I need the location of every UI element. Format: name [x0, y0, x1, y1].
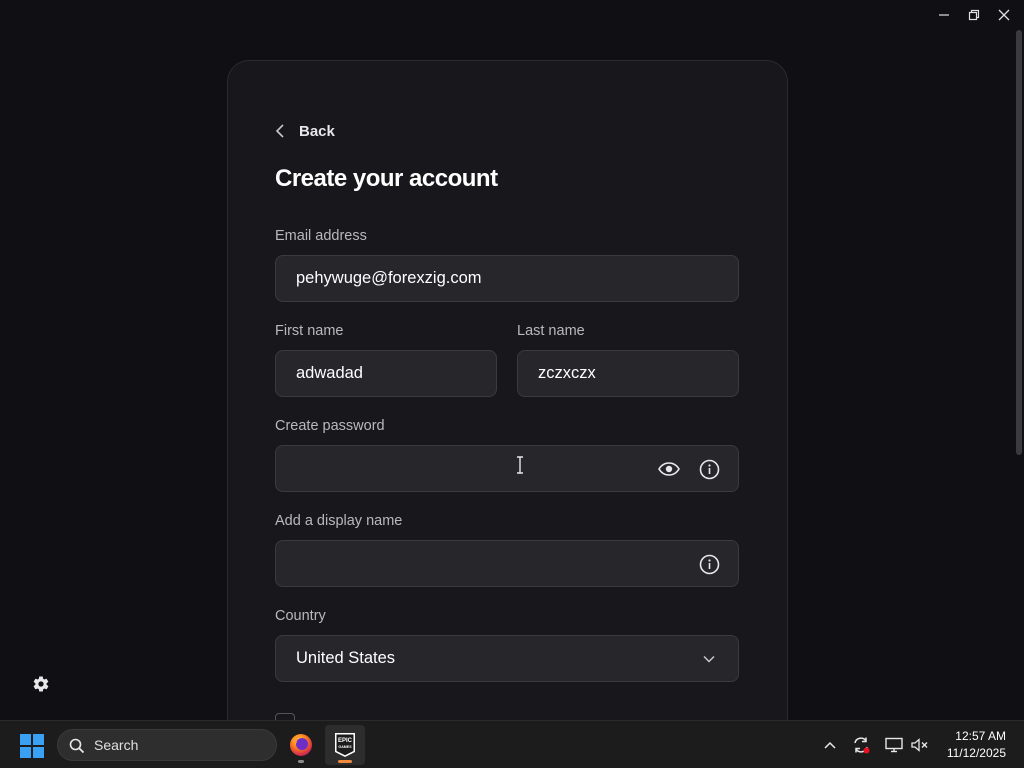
restore-button[interactable] [961, 4, 987, 26]
password-info-icon[interactable] [698, 458, 720, 480]
display-name-field[interactable] [275, 540, 739, 587]
back-label: Back [299, 122, 335, 140]
email-label: Email address [275, 228, 367, 244]
close-icon [998, 9, 1010, 21]
display-name-info-icon[interactable] [698, 553, 720, 575]
firefox-icon [290, 734, 312, 756]
svg-text:EPIC: EPIC [338, 738, 353, 744]
chevron-left-icon [275, 124, 284, 138]
country-value: United States [296, 649, 396, 667]
text-cursor-icon [517, 456, 523, 474]
firefox-taskbar-button[interactable] [281, 725, 321, 765]
country-label: Country [275, 608, 326, 624]
page-title: Create your account [275, 165, 498, 192]
display-network-icon[interactable] [884, 735, 904, 755]
last-name-field[interactable]: zczxczx [517, 350, 739, 397]
minimize-button[interactable] [931, 4, 957, 26]
search-icon [69, 738, 85, 754]
svg-text:GAMES: GAMES [338, 745, 352, 749]
taskbar-search-label: Search [94, 737, 139, 753]
settings-gear-icon[interactable] [32, 675, 50, 693]
first-name-field[interactable]: adwadad [275, 350, 497, 397]
restore-icon [968, 9, 980, 21]
first-name-label: First name [275, 323, 344, 339]
show-hidden-icons-chevron-icon[interactable] [820, 735, 840, 755]
terms-checkbox[interactable] [275, 713, 295, 720]
country-select[interactable]: United States [275, 635, 739, 682]
epic-games-logo-icon: EPIC GAMES [335, 733, 355, 757]
taskbar: Search EPIC GAMES 12:57 AM 11/12/2025 [0, 720, 1024, 768]
chevron-down-icon [698, 648, 720, 670]
sync-status-icon[interactable] [851, 735, 871, 755]
password-field[interactable] [275, 445, 739, 492]
clock-time: 12:57 AM [955, 729, 1006, 743]
show-password-eye-icon[interactable] [658, 458, 680, 480]
windows-start-icon[interactable] [20, 734, 44, 758]
password-label: Create password [275, 418, 385, 434]
speaker-muted-icon[interactable] [910, 735, 930, 755]
display-name-label: Add a display name [275, 513, 403, 529]
last-name-value: zczxczx [538, 364, 596, 382]
back-button[interactable]: Back [275, 120, 335, 142]
epic-launcher-window: Back Create your account Email address p… [0, 0, 1024, 720]
scrollbar-thumb[interactable] [1016, 30, 1022, 455]
minimize-icon [939, 14, 949, 16]
last-name-label: Last name [517, 323, 585, 339]
taskbar-clock[interactable]: 12:57 AM 11/12/2025 [947, 728, 1006, 762]
email-field[interactable]: pehywuge@forexzig.com [275, 255, 739, 302]
email-value: pehywuge@forexzig.com [296, 269, 482, 287]
epic-games-taskbar-button[interactable]: EPIC GAMES [325, 725, 365, 765]
clock-date: 11/12/2025 [946, 746, 1006, 760]
close-button[interactable] [991, 4, 1017, 26]
first-name-value: adwadad [296, 364, 363, 382]
taskbar-search[interactable]: Search [57, 729, 277, 761]
